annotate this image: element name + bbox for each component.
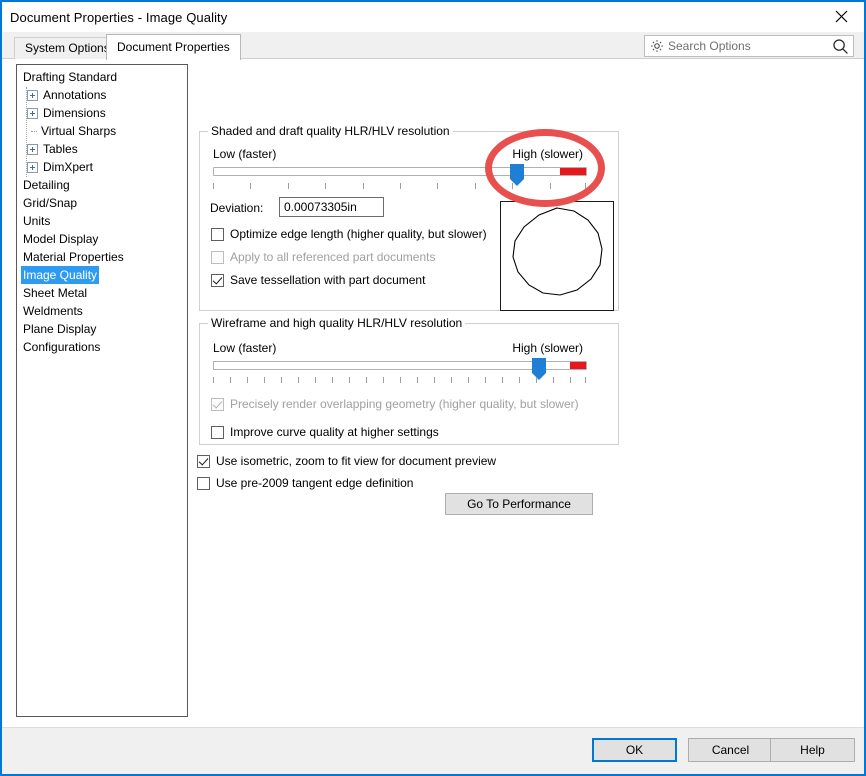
shaded-quality-slider[interactable]: Low (faster) High (slower) bbox=[199, 139, 619, 189]
settings-tree[interactable]: Drafting Standard Annotations Dimensions… bbox=[16, 64, 188, 717]
tree-item-weldments[interactable]: Weldments bbox=[17, 302, 187, 320]
tree-item-label: Weldments bbox=[23, 304, 83, 318]
tree-item-label: Configurations bbox=[23, 340, 101, 354]
expand-plus-icon[interactable] bbox=[27, 89, 38, 101]
deviation-label: Deviation: bbox=[210, 201, 264, 215]
slider-low-label: Low (faster) bbox=[213, 341, 277, 355]
tree-item-label: Virtual Sharps bbox=[41, 124, 117, 138]
slider-track[interactable] bbox=[213, 167, 587, 176]
tree-item-sheet-metal[interactable]: Sheet Metal bbox=[17, 284, 187, 302]
cancel-button[interactable]: Cancel bbox=[688, 738, 773, 762]
tree-item-tables[interactable]: Tables bbox=[17, 140, 187, 158]
expand-plus-icon[interactable] bbox=[27, 107, 38, 119]
wireframe-quality-slider[interactable]: Low (faster) High (slower) bbox=[199, 333, 619, 383]
tree-item-model-display[interactable]: Model Display bbox=[17, 230, 187, 248]
tree-item-label: Image Quality bbox=[21, 266, 100, 284]
search-input[interactable] bbox=[666, 39, 830, 53]
tree-item-detailing[interactable]: Detailing bbox=[17, 176, 187, 194]
gear-icon bbox=[648, 39, 666, 53]
checkbox-label: Use isometric, zoom to fit view for docu… bbox=[216, 454, 497, 468]
tab-system-options[interactable]: System Options bbox=[14, 37, 121, 59]
checkbox-apply-to-referenced-docs: Apply to all referenced part documents bbox=[211, 250, 435, 264]
tab-document-properties[interactable]: Document Properties bbox=[106, 34, 241, 60]
checkbox-label: Use pre-2009 tangent edge definition bbox=[216, 476, 414, 490]
checkbox-box[interactable] bbox=[211, 273, 224, 287]
tree-item-annotations[interactable]: Annotations bbox=[17, 86, 187, 104]
title-bar: Document Properties - Image Quality bbox=[2, 2, 864, 32]
tree-items-container: Drafting Standard Annotations Dimensions… bbox=[17, 68, 187, 356]
tree-item-label: Grid/Snap bbox=[23, 196, 78, 210]
slider-thumb[interactable] bbox=[510, 164, 524, 186]
checkbox-optimize-edge-length[interactable]: Optimize edge length (higher quality, bu… bbox=[211, 227, 487, 241]
go-to-performance-button[interactable]: Go To Performance bbox=[445, 493, 593, 515]
slider-red-zone bbox=[560, 168, 586, 175]
window-title: Document Properties - Image Quality bbox=[10, 9, 228, 25]
dialog-footer: OK Cancel Help bbox=[2, 727, 864, 774]
tree-item-grid-snap[interactable]: Grid/Snap bbox=[17, 194, 187, 212]
checkbox-box[interactable] bbox=[211, 227, 224, 241]
tree-item-label: Sheet Metal bbox=[23, 286, 88, 300]
tree-item-dimxpert[interactable]: DimXpert bbox=[17, 158, 187, 176]
help-button[interactable]: Help bbox=[770, 738, 855, 762]
tree-item-plane-display[interactable]: Plane Display bbox=[17, 320, 187, 338]
tree-item-drafting-standard[interactable]: Drafting Standard bbox=[17, 68, 187, 86]
checkbox-pre-2009-tangent-edge[interactable]: Use pre-2009 tangent edge definition bbox=[197, 476, 413, 490]
tree-item-label: Model Display bbox=[23, 232, 99, 246]
tree-item-virtual-sharps[interactable]: Virtual Sharps bbox=[17, 122, 187, 140]
tree-item-label: Dimensions bbox=[43, 106, 106, 120]
group-title: Shaded and draft quality HLR/HLV resolut… bbox=[208, 124, 453, 138]
slider-high-label: High (slower) bbox=[512, 147, 583, 161]
slider-ticks bbox=[213, 183, 587, 189]
checkbox-label: Precisely render overlapping geometry (h… bbox=[230, 397, 579, 411]
deviation-input[interactable] bbox=[279, 197, 384, 217]
tree-item-label: Drafting Standard bbox=[23, 70, 118, 84]
close-icon[interactable] bbox=[818, 2, 864, 31]
tab-strip: System Options Document Properties bbox=[2, 32, 864, 60]
group-title: Wireframe and high quality HLR/HLV resol… bbox=[208, 316, 466, 330]
circle-preview bbox=[500, 201, 614, 311]
checkbox-box[interactable] bbox=[211, 425, 224, 439]
slider-thumb[interactable] bbox=[532, 358, 546, 380]
checkbox-label: Improve curve quality at higher settings bbox=[230, 425, 439, 439]
expand-plus-icon[interactable] bbox=[27, 143, 38, 155]
tree-item-label: Tables bbox=[43, 142, 78, 156]
search-options-box[interactable] bbox=[644, 35, 854, 57]
document-properties-dialog: Document Properties - Image Quality Syst… bbox=[0, 0, 866, 776]
slider-track[interactable] bbox=[213, 361, 587, 370]
checkbox-precisely-render-overlapping: Precisely render overlapping geometry (h… bbox=[211, 397, 579, 411]
tree-item-label: Annotations bbox=[43, 88, 107, 102]
checkbox-box[interactable] bbox=[197, 454, 210, 468]
checkbox-save-tessellation[interactable]: Save tessellation with part document bbox=[211, 273, 425, 287]
tree-leaf-icon bbox=[27, 127, 37, 136]
checkbox-box[interactable] bbox=[197, 476, 210, 490]
checkbox-improve-curve-quality[interactable]: Improve curve quality at higher settings bbox=[211, 425, 439, 439]
dialog-body: Drafting Standard Annotations Dimensions… bbox=[2, 59, 864, 727]
tree-item-label: Material Properties bbox=[23, 250, 124, 264]
slider-ticks bbox=[213, 377, 587, 383]
tree-item-image-quality[interactable]: Image Quality bbox=[17, 266, 187, 284]
tree-item-label: Units bbox=[23, 214, 51, 228]
tree-item-label: Detailing bbox=[23, 178, 70, 192]
tree-item-units[interactable]: Units bbox=[17, 212, 187, 230]
expand-plus-icon[interactable] bbox=[27, 161, 38, 173]
checkbox-label: Save tessellation with part document bbox=[230, 273, 426, 287]
tree-item-label: Plane Display bbox=[23, 322, 97, 336]
checkbox-use-isometric-preview[interactable]: Use isometric, zoom to fit view for docu… bbox=[197, 454, 496, 468]
slider-red-zone bbox=[570, 362, 586, 369]
checkbox-label: Apply to all referenced part documents bbox=[230, 250, 436, 264]
tree-item-label: DimXpert bbox=[43, 160, 94, 174]
tree-item-dimensions[interactable]: Dimensions bbox=[17, 104, 187, 122]
checkbox-box bbox=[211, 250, 224, 264]
checkbox-label: Optimize edge length (higher quality, bu… bbox=[230, 227, 487, 241]
slider-high-label: High (slower) bbox=[512, 341, 583, 355]
tree-item-material-properties[interactable]: Material Properties bbox=[17, 248, 187, 266]
slider-low-label: Low (faster) bbox=[213, 147, 277, 161]
checkbox-box bbox=[211, 397, 224, 411]
tree-item-configurations[interactable]: Configurations bbox=[17, 338, 187, 356]
ok-button[interactable]: OK bbox=[592, 738, 677, 762]
search-icon[interactable] bbox=[830, 38, 850, 55]
